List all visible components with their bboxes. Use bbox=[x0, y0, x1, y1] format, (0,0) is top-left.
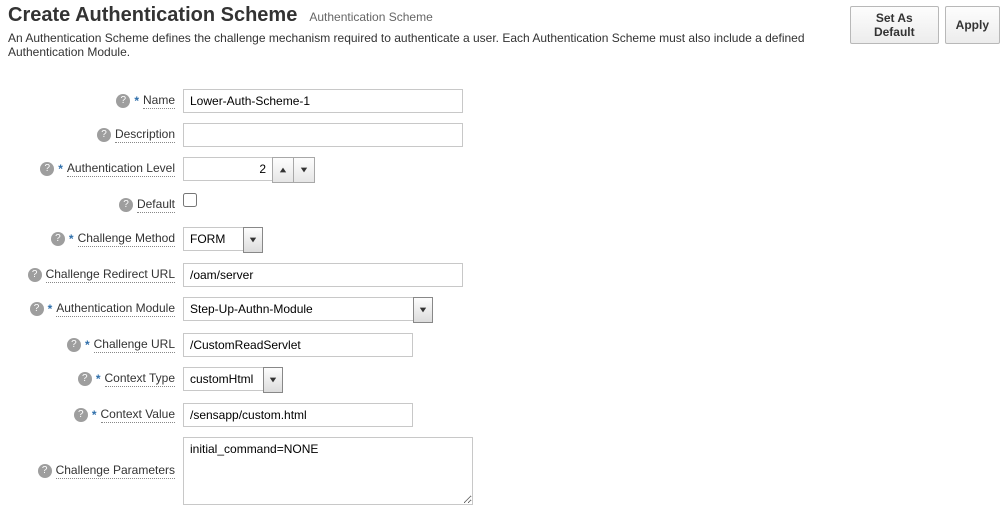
required-marker: * bbox=[69, 232, 74, 246]
auth-module-label: Authentication Module bbox=[56, 301, 175, 317]
chevron-down-icon bbox=[249, 236, 257, 244]
default-label: Default bbox=[137, 197, 175, 213]
help-icon: ? bbox=[51, 232, 65, 246]
chevron-down-icon bbox=[269, 376, 277, 384]
page-subtitle: An Authentication Scheme defines the cha… bbox=[8, 31, 850, 59]
challenge-parameters-textarea[interactable] bbox=[183, 437, 473, 505]
auth-scheme-form: ? * Name ? Description ? * Authenticatio… bbox=[8, 89, 1000, 505]
name-label: Name bbox=[143, 93, 175, 109]
description-label: Description bbox=[115, 127, 175, 143]
chevron-down-icon bbox=[300, 166, 308, 174]
set-as-default-button[interactable]: Set As Default bbox=[850, 6, 939, 44]
auth-module-value[interactable] bbox=[183, 297, 413, 321]
challenge-method-label: Challenge Method bbox=[78, 231, 175, 247]
breadcrumb: Authentication Scheme bbox=[309, 10, 432, 24]
auth-level-stepper bbox=[183, 157, 315, 183]
context-value-label: Context Value bbox=[101, 407, 176, 423]
description-input[interactable] bbox=[183, 123, 463, 147]
required-marker: * bbox=[92, 408, 97, 422]
apply-button[interactable]: Apply bbox=[945, 6, 1000, 44]
help-icon: ? bbox=[78, 372, 92, 386]
name-input[interactable] bbox=[183, 89, 463, 113]
required-marker: * bbox=[85, 338, 90, 352]
help-icon: ? bbox=[40, 162, 54, 176]
auth-level-input[interactable] bbox=[183, 157, 273, 181]
help-icon: ? bbox=[28, 268, 42, 282]
help-icon: ? bbox=[38, 464, 52, 478]
auth-level-label: Authentication Level bbox=[67, 161, 175, 177]
help-icon: ? bbox=[119, 198, 133, 212]
required-marker: * bbox=[48, 302, 53, 316]
required-marker: * bbox=[134, 94, 139, 108]
required-marker: * bbox=[96, 372, 101, 386]
required-marker: * bbox=[58, 162, 63, 176]
challenge-url-label: Challenge URL bbox=[94, 337, 175, 353]
help-icon: ? bbox=[67, 338, 81, 352]
default-checkbox[interactable] bbox=[183, 193, 197, 207]
context-type-label: Context Type bbox=[105, 371, 176, 387]
help-icon: ? bbox=[74, 408, 88, 422]
auth-module-select[interactable] bbox=[183, 297, 433, 323]
page-header: Create Authentication Scheme Authenticat… bbox=[8, 4, 1000, 59]
help-icon: ? bbox=[116, 94, 130, 108]
page-title: Create Authentication Scheme bbox=[8, 4, 297, 27]
challenge-parameters-label: Challenge Parameters bbox=[56, 463, 175, 479]
auth-module-dropdown-button[interactable] bbox=[413, 297, 433, 323]
chevron-up-icon bbox=[279, 166, 287, 174]
challenge-redirect-url-input[interactable] bbox=[183, 263, 463, 287]
context-value-input[interactable] bbox=[183, 403, 413, 427]
challenge-method-select[interactable] bbox=[183, 227, 263, 253]
context-type-select[interactable] bbox=[183, 367, 283, 393]
challenge-method-value[interactable] bbox=[183, 227, 243, 251]
auth-level-up-button[interactable] bbox=[272, 157, 294, 183]
auth-level-down-button[interactable] bbox=[293, 157, 315, 183]
chevron-down-icon bbox=[419, 306, 427, 314]
challenge-redirect-url-label: Challenge Redirect URL bbox=[46, 267, 175, 283]
help-icon: ? bbox=[30, 302, 44, 316]
challenge-url-input[interactable] bbox=[183, 333, 413, 357]
challenge-method-dropdown-button[interactable] bbox=[243, 227, 263, 253]
context-type-value[interactable] bbox=[183, 367, 263, 391]
context-type-dropdown-button[interactable] bbox=[263, 367, 283, 393]
help-icon: ? bbox=[97, 128, 111, 142]
